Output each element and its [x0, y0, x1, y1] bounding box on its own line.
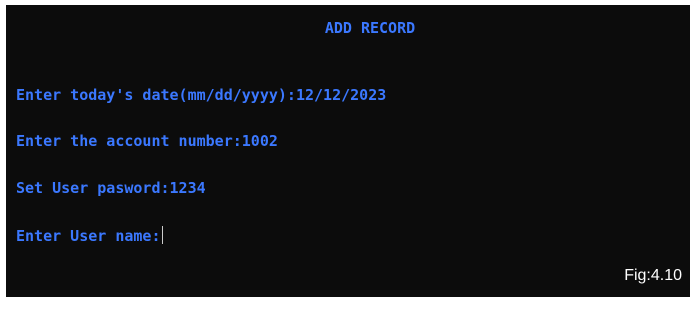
- username-prompt-line[interactable]: Enter User name:: [16, 226, 163, 245]
- screen-title: ADD RECORD: [324, 19, 416, 37]
- text-cursor: [161, 226, 163, 244]
- password-prompt-line: Set User pasword:1234: [16, 179, 206, 197]
- account-number-prompt-line: Enter the account number:1002: [16, 132, 278, 150]
- date-prompt-line: Enter today's date(mm/dd/yyyy):12/12/202…: [16, 86, 387, 104]
- username-prompt-text: Enter User name:: [16, 227, 161, 245]
- figure-caption: Fig:4.10: [624, 267, 682, 284]
- console-window[interactable]: ADD RECORD Enter today's date(mm/dd/yyyy…: [6, 5, 690, 297]
